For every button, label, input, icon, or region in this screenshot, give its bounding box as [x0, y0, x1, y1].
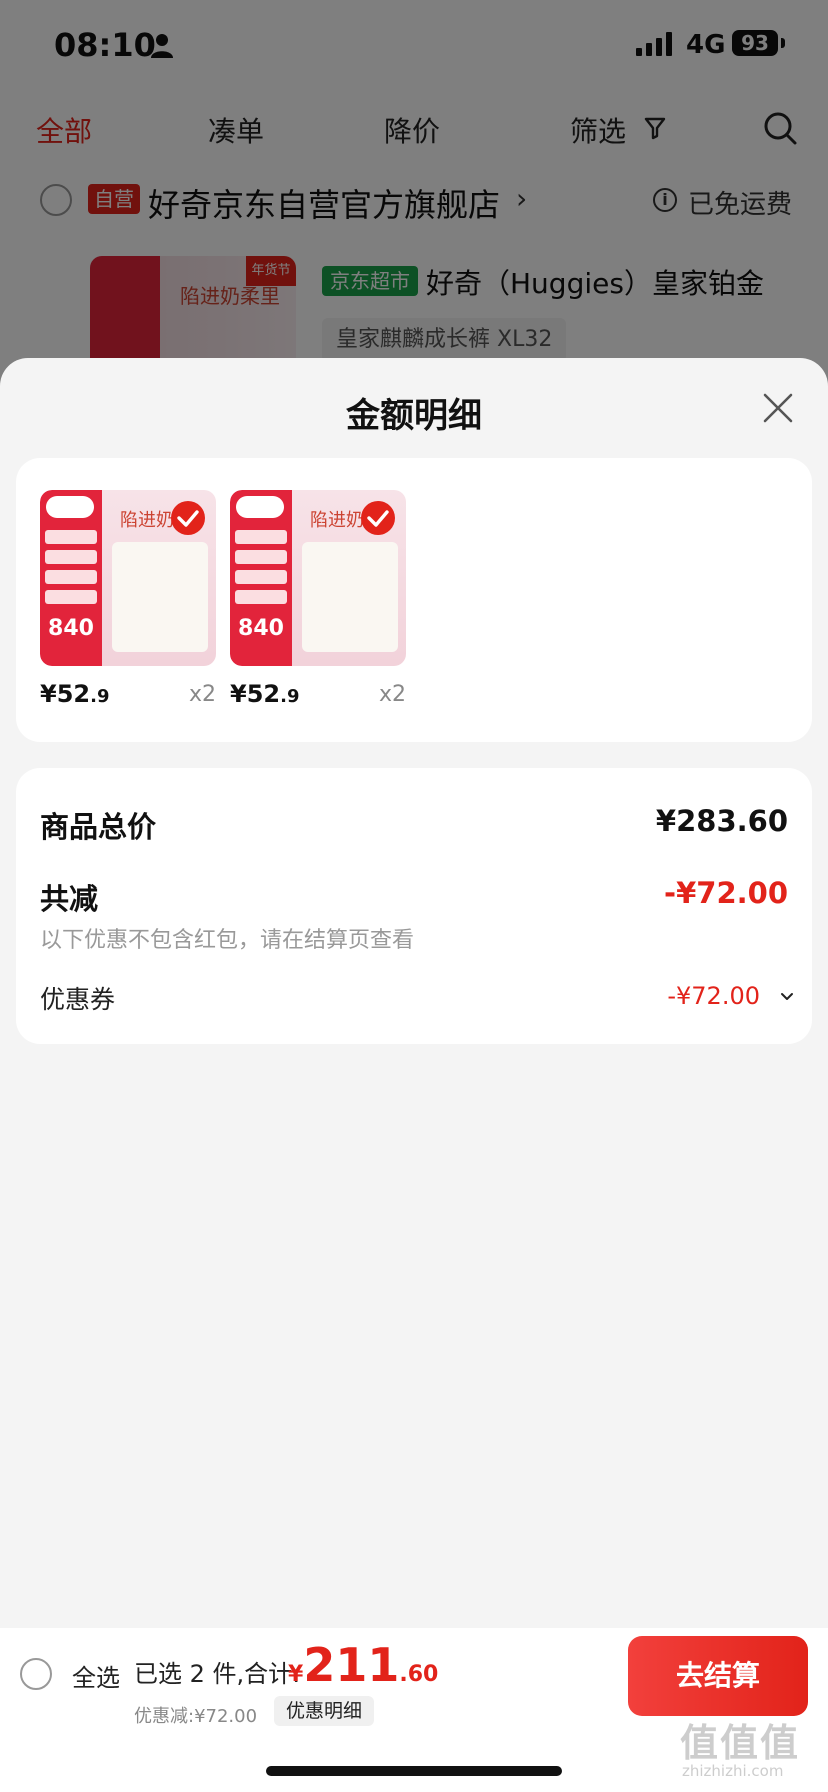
item-quantity: x2 — [188, 682, 216, 707]
select-all-label[interactable]: 全选 — [72, 1658, 120, 1693]
promo-line — [45, 570, 97, 584]
sheet-title: 金额明细 — [346, 396, 482, 436]
discount-detail-button[interactable]: 优惠明细 — [274, 1696, 375, 1726]
watermark-logo: 值值值 — [680, 1721, 801, 1765]
coupon-value[interactable]: -¥72.00 — [667, 982, 760, 1010]
selected-count: 已选 2 件,合计: — [134, 1660, 301, 1688]
item-price: ¥52.9 — [40, 680, 109, 708]
thumbnail-price: 840 — [238, 616, 284, 641]
promo-line — [45, 550, 97, 564]
check-icon — [361, 501, 395, 535]
watermark-url: zhizhizhi.com — [682, 1762, 784, 1780]
check-icon — [171, 501, 205, 535]
price-summary-card: 商品总价 ¥283.60 共减 -¥72.00 以下优惠不包含红包，请在结算页查… — [16, 768, 812, 1044]
product-thumbnail: 840 陷进奶 — [40, 490, 216, 666]
total-price-label: 商品总价 — [40, 810, 157, 844]
item-price-dec: .9 — [280, 686, 300, 707]
huggies-logo — [236, 496, 284, 518]
select-all-radio[interactable] — [20, 1658, 52, 1690]
discount-value: -¥72.00 — [664, 876, 788, 910]
total-decimal: .60 — [399, 1662, 439, 1687]
items-card: 840 陷进奶 ¥52.9 x2 840 陷进奶 ¥52.9 x2 — [16, 458, 812, 742]
total-integer: 211 — [303, 1638, 400, 1692]
thumbnail-caption: 陷进奶 — [310, 510, 364, 531]
thumbnail-price: 840 — [48, 616, 94, 641]
item-price: ¥52.9 — [230, 680, 299, 708]
total-price-value: ¥283.60 — [655, 804, 788, 838]
item-price-int: ¥52 — [230, 680, 281, 708]
currency-symbol: ¥ — [288, 1662, 304, 1687]
product-thumbnail: 840 陷进奶 — [230, 490, 406, 666]
coupon-label[interactable]: 优惠券 — [40, 980, 115, 1016]
promo-line — [45, 530, 97, 544]
item-price-int: ¥52 — [40, 680, 91, 708]
checkout-button[interactable]: 去结算 — [628, 1636, 808, 1716]
amount-detail-sheet: 金额明细 840 陷进奶 ¥52.9 x2 840 陷进奶 ¥52.9 x2 商… — [0, 358, 828, 1630]
item-quantity: x2 — [378, 682, 406, 707]
chevron-down-icon[interactable] — [780, 992, 794, 1002]
home-indicator — [266, 1766, 562, 1776]
cart-total: ¥211.60 — [288, 1638, 438, 1692]
promo-line — [235, 590, 287, 604]
discount-amount: 优惠减:¥72.00 — [134, 1706, 258, 1727]
diaper-pack-image — [302, 542, 398, 652]
promo-line — [235, 570, 287, 584]
diaper-pack-image — [112, 542, 208, 652]
discount-label: 共减 — [40, 882, 99, 916]
close-icon[interactable] — [762, 392, 794, 424]
promo-line — [235, 550, 287, 564]
discount-note: 以下优惠不包含红包，请在结算页查看 — [40, 928, 415, 953]
item-price-dec: .9 — [90, 686, 110, 707]
huggies-logo — [46, 496, 94, 518]
thumbnail-caption: 陷进奶 — [120, 510, 174, 531]
watermark: 值值值 zhizhizhi.com — [680, 1712, 820, 1784]
promo-line — [235, 530, 287, 544]
promo-line — [45, 590, 97, 604]
